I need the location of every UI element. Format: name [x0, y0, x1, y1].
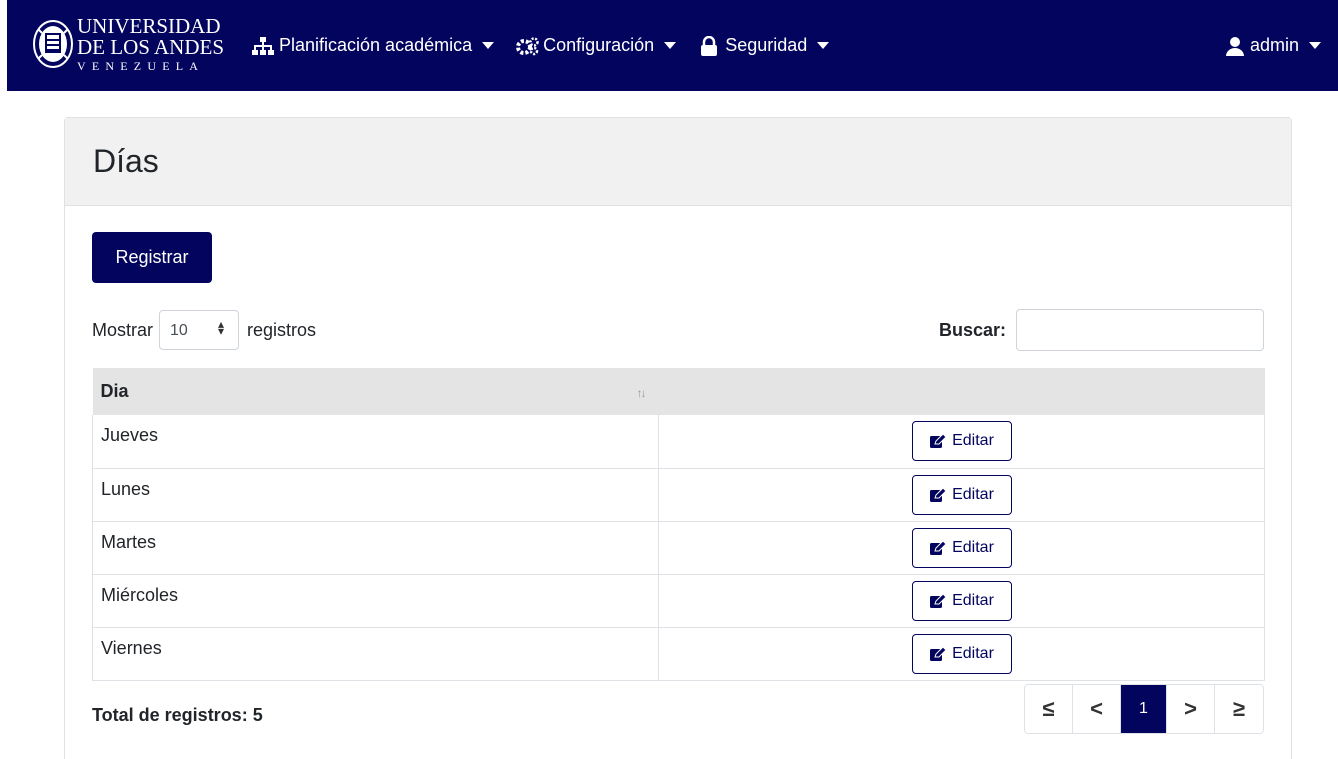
- nav-seguridad-label: Seguridad: [725, 35, 808, 55]
- edit-label: Editar: [952, 432, 994, 449]
- brand-line-2: DE LOS ANDES: [77, 35, 225, 59]
- brand-line-3: VENEZUELA: [77, 59, 205, 73]
- nav-planificacion[interactable]: Planificación académica: [251, 35, 495, 57]
- prev-page-button[interactable]: <: [1073, 685, 1121, 733]
- column-header-dia[interactable]: Dia ↑↓: [93, 368, 659, 415]
- edit-label: Editar: [952, 538, 994, 556]
- day-cell: Miércoles: [92, 574, 659, 628]
- first-page-button[interactable]: ≤: [1025, 685, 1073, 733]
- edit-label: Editar: [952, 591, 994, 609]
- last-page-button[interactable]: ≥: [1215, 685, 1263, 733]
- action-cell: Editar: [658, 627, 1265, 681]
- user-menu-label: admin: [1249, 35, 1299, 55]
- column-header-dia-label: Dia: [100, 381, 129, 401]
- search-label: Buscar:: [938, 319, 1006, 340]
- table-row: Lunes Editar: [92, 468, 1265, 522]
- edit-label: Editar: [952, 644, 994, 662]
- edit-button[interactable]: Editar: [911, 474, 1012, 515]
- edit-button[interactable]: Editar: [911, 633, 1012, 674]
- edit-icon: [929, 539, 947, 556]
- chevron-down-icon: [482, 42, 495, 49]
- dias-card: Días Registrar Mostrar 10 ▴ ▾ registros B…: [64, 117, 1292, 759]
- sort-icon: ↑↓: [636, 386, 647, 400]
- length-select[interactable]: 10: [159, 310, 240, 350]
- registrar-button[interactable]: Registrar: [92, 232, 212, 283]
- day-cell: Jueves: [92, 415, 659, 469]
- edit-icon: [929, 486, 947, 503]
- edit-icon: [929, 433, 947, 449]
- main-nav: Planificación académica Configuración Se…: [251, 0, 850, 91]
- lock-icon: [697, 35, 721, 57]
- action-cell: Editar: [658, 521, 1265, 575]
- dias-table: Dia ↑↓ Jueves Editar Lunes Editar Martes…: [92, 368, 1265, 681]
- table-row: Miércoles Editar: [92, 574, 1265, 628]
- nav-configuracion-label: Configuración: [543, 35, 655, 55]
- edit-icon: [929, 592, 947, 609]
- search-input[interactable]: [1016, 309, 1264, 351]
- cogs-icon: [515, 35, 539, 57]
- nav-planificacion-label: Planificación académica: [279, 35, 473, 55]
- nav-configuracion[interactable]: Configuración: [515, 35, 677, 57]
- user-icon: [1225, 36, 1247, 56]
- edit-button[interactable]: Editar: [911, 580, 1012, 621]
- user-menu[interactable]: admin: [1225, 0, 1321, 91]
- sitemap-icon: [251, 35, 275, 57]
- next-page-button[interactable]: >: [1167, 685, 1215, 733]
- length-prefix: Mostrar: [92, 319, 154, 340]
- action-cell: Editar: [658, 415, 1265, 469]
- day-cell: Martes: [92, 521, 659, 575]
- column-header-actions: [659, 368, 1265, 415]
- brand-text: UNIVERSIDAD DE LOS ANDES VENEZUELA: [77, 14, 225, 73]
- day-cell: Lunes: [92, 468, 659, 522]
- edit-button[interactable]: Editar: [911, 527, 1012, 568]
- length-select-wrap: 10 ▴ ▾: [153, 310, 247, 350]
- brand-logo[interactable]: UNIVERSIDAD DE LOS ANDES VENEZUELA: [32, 11, 224, 77]
- card-header: Días: [65, 118, 1291, 206]
- day-cell: Viernes: [92, 627, 659, 681]
- chevron-down-icon: [664, 42, 677, 49]
- university-seal-icon: [33, 20, 73, 68]
- total-records: Total de registros: 5: [92, 705, 263, 725]
- length-menu: Mostrar 10 ▴ ▾ registros: [92, 310, 316, 350]
- table-row: Viernes Editar: [92, 627, 1265, 681]
- page-title: Días: [93, 143, 159, 179]
- chevron-down-icon: [1309, 42, 1321, 49]
- search-box: Buscar:: [939, 309, 1264, 351]
- nav-seguridad[interactable]: Seguridad: [697, 35, 830, 57]
- action-cell: Editar: [658, 574, 1265, 628]
- table-row: Martes Editar: [92, 521, 1265, 575]
- brand-line-1: UNIVERSIDAD: [77, 14, 221, 38]
- table-header-row: Dia ↑↓: [92, 368, 1265, 415]
- length-suffix: registros: [247, 319, 317, 340]
- pagination: ≤ < 1 > ≥: [1024, 684, 1264, 734]
- edit-button[interactable]: Editar: [911, 421, 1012, 461]
- chevron-down-icon: [817, 42, 830, 49]
- edit-icon: [929, 645, 947, 662]
- page-1-button[interactable]: 1: [1121, 685, 1167, 733]
- top-navbar: UNIVERSIDAD DE LOS ANDES VENEZUELA Plani…: [7, 0, 1338, 91]
- table-row: Jueves Editar: [92, 415, 1265, 469]
- edit-label: Editar: [952, 485, 994, 503]
- action-cell: Editar: [658, 468, 1265, 522]
